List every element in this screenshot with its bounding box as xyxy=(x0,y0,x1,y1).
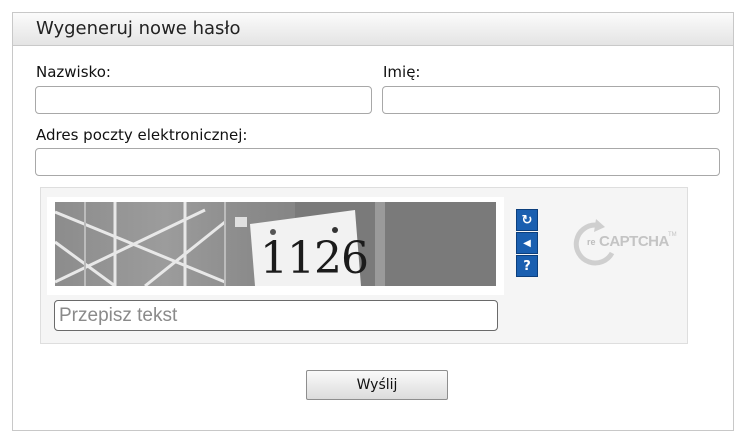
help-icon[interactable]: ? xyxy=(516,255,538,277)
captcha-image: 1126 xyxy=(55,202,496,286)
recaptcha-logo-prefix: re xyxy=(587,237,596,247)
captcha-image-frame: 1126 xyxy=(47,197,504,295)
first-name-label: Imię: xyxy=(383,63,421,81)
refresh-icon[interactable]: ↻ xyxy=(516,209,538,231)
first-name-input[interactable] xyxy=(382,86,720,114)
audio-icon[interactable]: ◀ xyxy=(516,232,538,254)
recaptcha-logo-tm: TM xyxy=(668,232,677,238)
panel-header: Wygeneruj nowe hasło xyxy=(13,13,733,46)
surname-label: Nazwisko: xyxy=(36,63,111,81)
email-label: Adres poczty elektronicznej: xyxy=(36,126,248,144)
recaptcha-widget: 1126 ↻ ◀ ? re CAPTCHA TM xyxy=(40,187,688,344)
captcha-response-input[interactable] xyxy=(54,300,498,331)
captcha-image-text: 1126 xyxy=(260,233,369,284)
surname-input[interactable] xyxy=(35,86,372,114)
submit-button[interactable]: Wyślij xyxy=(306,370,448,400)
panel-title: Wygeneruj nowe hasło xyxy=(36,18,241,39)
recaptcha-logo-text: CAPTCHA xyxy=(599,233,669,250)
recaptcha-logo: re CAPTCHA TM xyxy=(572,219,682,269)
email-input[interactable] xyxy=(35,148,720,176)
